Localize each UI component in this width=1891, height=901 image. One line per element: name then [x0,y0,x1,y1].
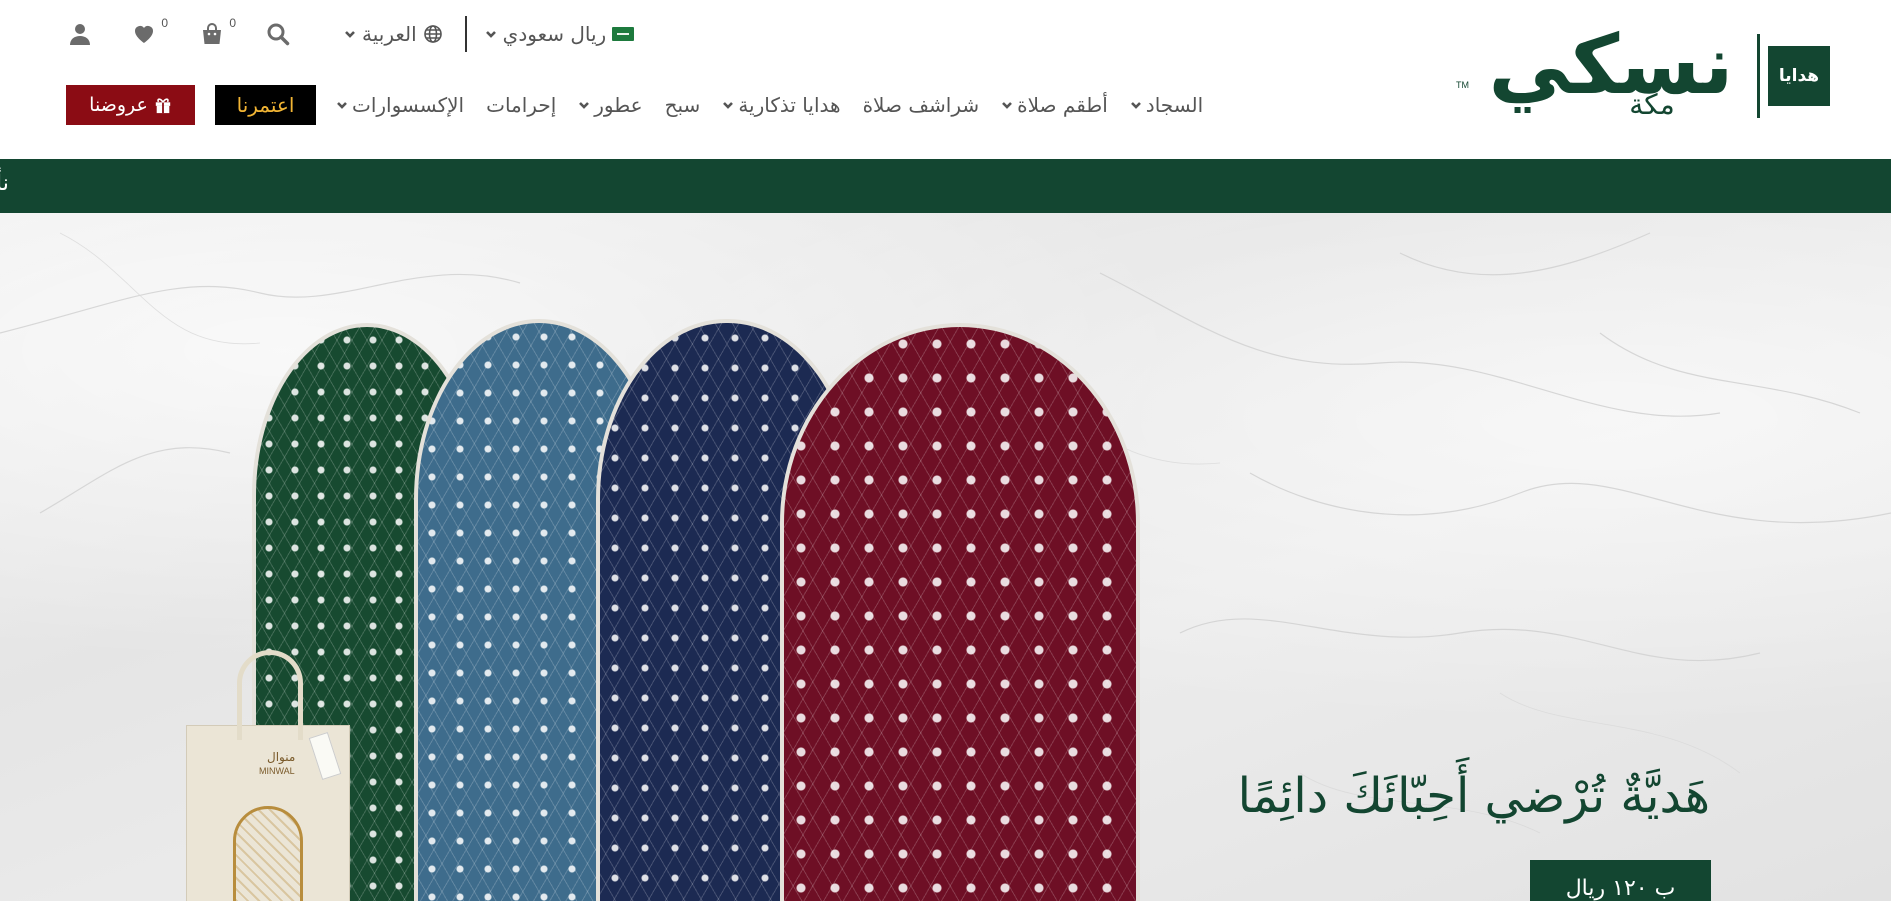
nav-item-label: أطقم صلاة [1017,93,1108,117]
hero-headline: هَديَّةٌ تُرْضي أَحِبّائَكَ دائِمًا [1237,768,1710,824]
wishlist-button[interactable]: 0 [130,16,168,48]
nav-item-rugs[interactable]: السجاد [1130,93,1203,117]
main-navigation: عروضنا اعتمرنا الإكسسوارات إحرامات عطور … [66,85,1203,125]
bag-arch-pattern [233,806,303,901]
account-button[interactable] [66,20,94,48]
logo-subtext: مكة [1629,88,1675,121]
utility-bar: 0 0 العربية ريال سعودي [66,14,635,54]
heart-icon [135,25,153,43]
chevron-down-icon [485,31,496,38]
logo-divider [1757,34,1760,118]
bag-brand: MINWAL [259,766,295,776]
language-selector[interactable]: العربية [344,22,443,46]
shopping-bag-icon [203,23,221,44]
hero-cta-button[interactable]: ب ١٢٠ ريال [1530,860,1711,901]
search-icon [267,23,290,46]
announcement-text: نأ [0,171,9,196]
bag-handle [237,650,303,740]
chevron-down-icon [1130,102,1141,109]
nav-item-accessories[interactable]: الإكسسوارات [336,93,464,117]
nav-item-perfumes[interactable]: عطور [578,93,643,117]
chevron-down-icon [579,102,590,109]
nav-item-souvenirs[interactable]: هدايا تذكارية [722,93,841,117]
chevron-down-icon [337,102,347,109]
prayer-rug-red [780,323,1140,901]
gift-icon [155,98,171,114]
nav-item-label: هدايا تذكارية [738,93,841,117]
bag-brand-arabic: منوال [267,750,296,764]
language-label: العربية [362,22,417,46]
saudi-flag-icon [612,27,635,41]
announcement-bar: نأ [0,159,1891,213]
nav-item-label: عطور [594,93,643,117]
nav-item-prayer-sheets[interactable]: شراشف صلاة [863,93,980,117]
chevron-down-icon [723,102,734,109]
nav-item-label: شراشف صلاة [862,93,980,117]
user-icon [70,24,90,45]
nav-item-label: السجاد [1145,93,1204,117]
currency-selector[interactable]: ريال سعودي [485,22,635,46]
globe-icon [423,25,442,43]
offers-label: عروضنا [89,94,148,116]
currency-label: ريال سعودي [502,22,607,46]
cart-count: 0 [229,16,236,30]
logo-badge: هدايا [1768,46,1830,106]
chevron-down-icon [345,31,355,38]
gift-bag-image: منوال MINWAL [186,650,350,901]
search-button[interactable] [264,20,292,48]
umrah-label: اعتمرنا [236,93,295,117]
nav-item-label: سبح [664,93,701,117]
site-header: 0 0 العربية ريال سعودي عروضنا اعتمرنا ال… [0,0,1891,159]
nav-item-ihram[interactable]: إحرامات [486,93,556,117]
nav-item-prayer-sets[interactable]: أطقم صلاة [1001,93,1108,117]
nav-item-label: الإكسسوارات [352,93,465,117]
site-logo[interactable]: TM نسكي مكة هدايا [1456,24,1832,126]
nav-menu: الإكسسوارات إحرامات عطور سبح هدايا تذكار… [336,93,1203,117]
nav-item-label: إحرامات [486,93,557,117]
chevron-down-icon [1002,102,1013,109]
nav-item-rosaries[interactable]: سبح [665,93,701,117]
bag-tag [308,731,342,781]
umrah-button[interactable]: اعتمرنا [215,85,316,125]
wishlist-count: 0 [161,16,168,30]
hero-banner[interactable]: منوال MINWAL هَديَّةٌ تُرْضي أَحِبّائَكَ… [0,213,1891,901]
offers-button[interactable]: عروضنا [66,85,195,125]
header-divider [464,16,467,52]
hero-cta-label: ب ١٢٠ ريال [1565,875,1676,901]
cart-button[interactable]: 0 [198,16,236,48]
